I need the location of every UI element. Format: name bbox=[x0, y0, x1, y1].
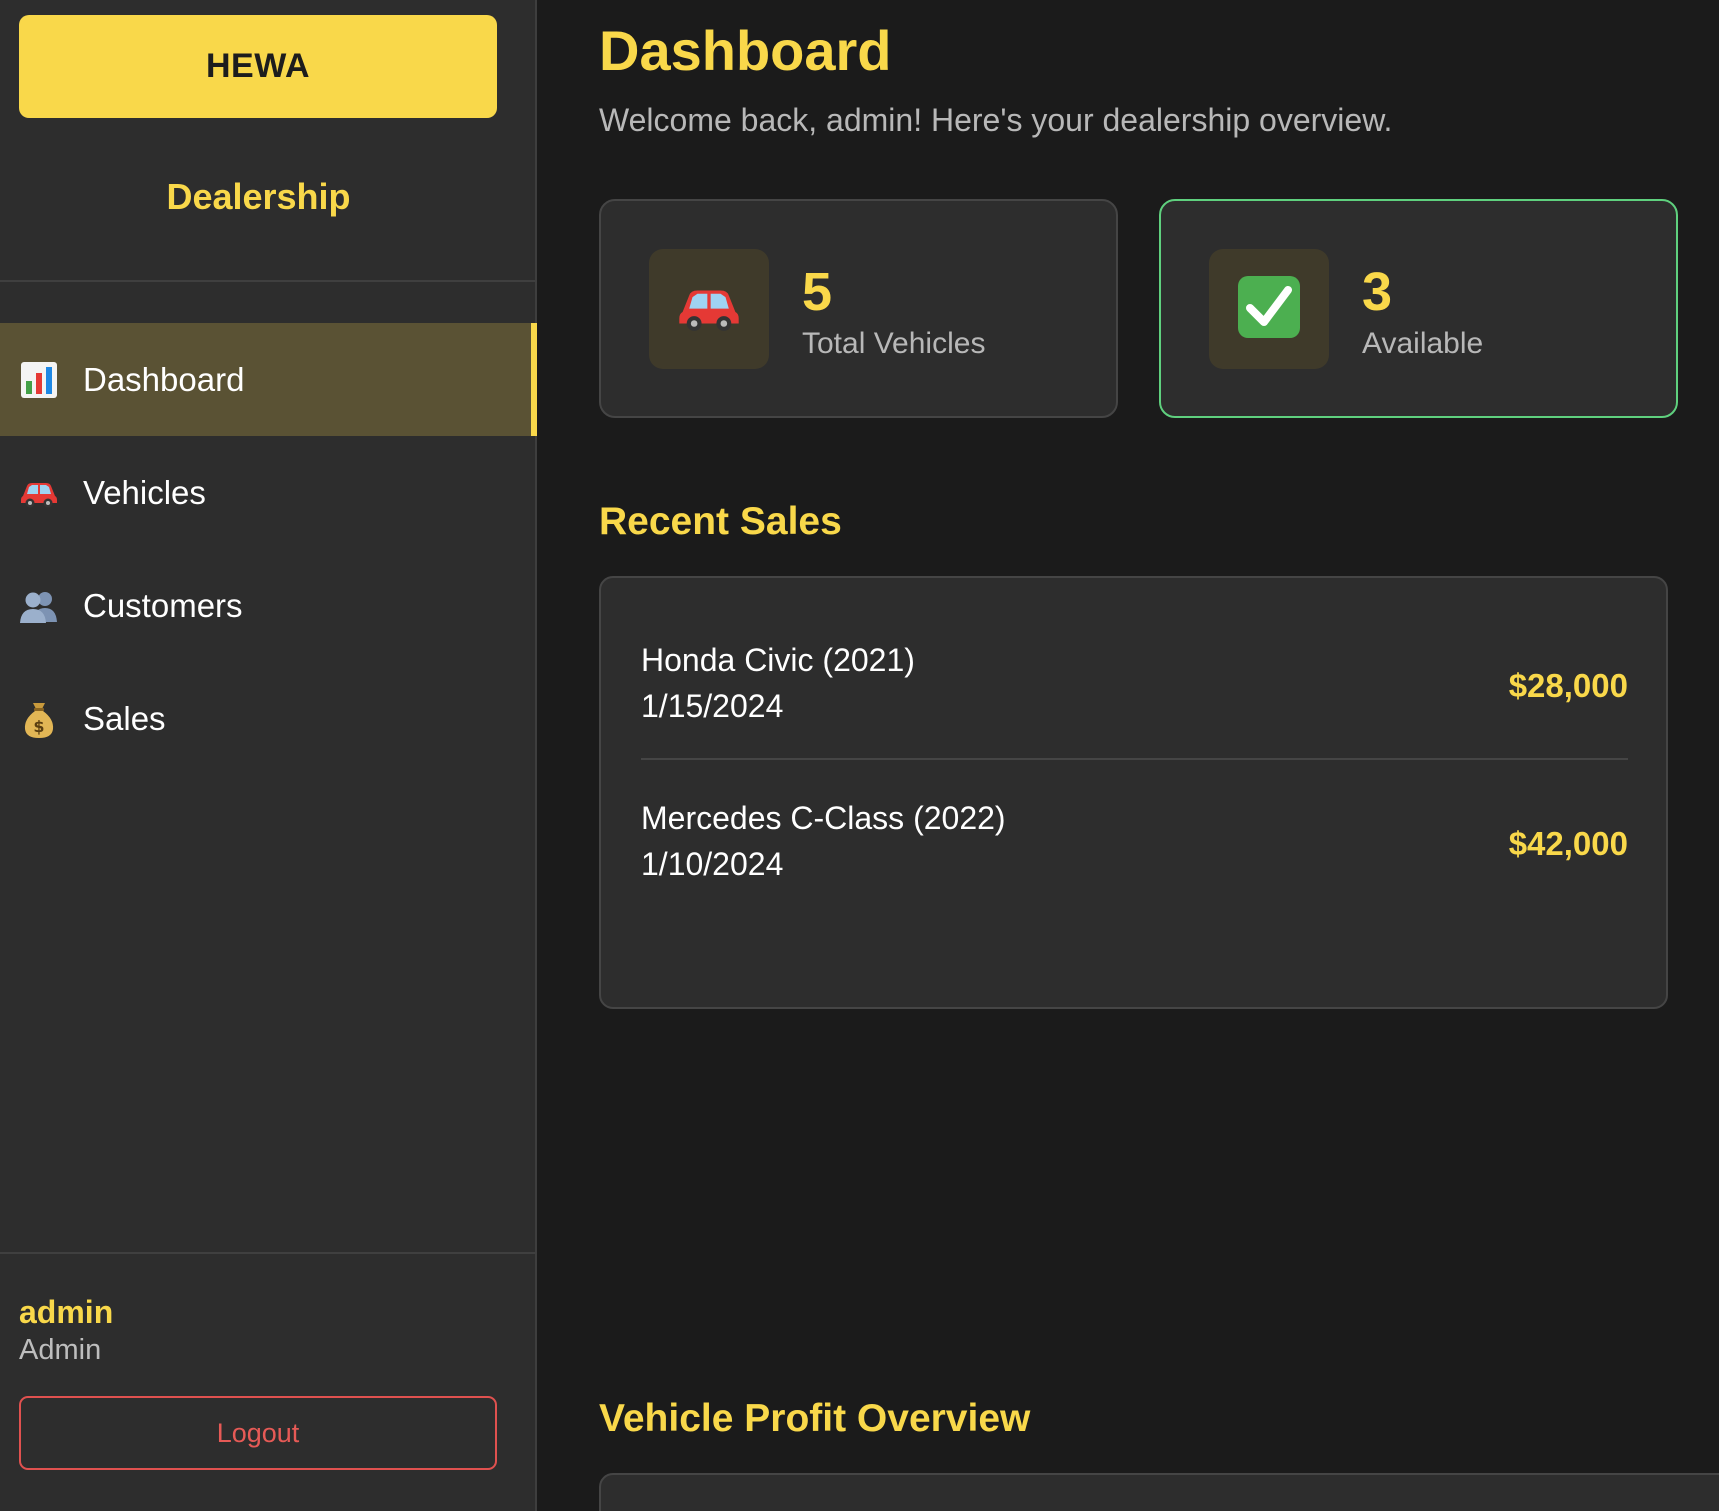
sidebar-item-label: Customers bbox=[83, 586, 243, 624]
car-icon bbox=[676, 282, 742, 337]
car-icon bbox=[19, 473, 59, 513]
sale-date: 1/15/2024 bbox=[641, 688, 784, 724]
sale-vehicle: Mercedes C-Class (2022) bbox=[641, 800, 1006, 836]
sale-row[interactable]: Mercedes C-Class (2022) 1/10/2024 $42,00… bbox=[641, 800, 1628, 942]
sidebar-item-label: Dashboard bbox=[83, 360, 245, 398]
sidebar-item-vehicles[interactable]: Vehicles bbox=[0, 436, 537, 549]
sidebar-divider bbox=[0, 280, 537, 282]
sidebar-item-dashboard[interactable]: Dashboard bbox=[0, 323, 537, 436]
main-content: Dashboard Welcome back, admin! Here's yo… bbox=[539, 0, 1719, 1511]
stat-value: 5 bbox=[802, 262, 833, 322]
sale-vehicle: Honda Civic (2021) bbox=[641, 642, 915, 678]
user-name: admin bbox=[19, 1294, 114, 1330]
vehicle-profit-title: Vehicle Profit Overview bbox=[599, 1397, 1031, 1440]
brand-button[interactable]: HEWA bbox=[19, 15, 497, 118]
sale-row[interactable]: Honda Civic (2021) 1/15/2024 $28,000 bbox=[641, 642, 1628, 760]
sidebar-item-label: Sales bbox=[83, 699, 166, 737]
vehicle-profit-panel bbox=[599, 1473, 1719, 1511]
stat-value: 3 bbox=[1362, 262, 1393, 322]
sale-amount: $28,000 bbox=[1508, 667, 1628, 704]
stat-icon-box bbox=[649, 249, 769, 369]
bar-chart-icon bbox=[19, 360, 59, 400]
stat-card-available: 3 Available bbox=[1159, 199, 1678, 418]
brand-subtitle: Dealership bbox=[166, 176, 351, 217]
money-bag-icon: $ bbox=[19, 699, 59, 739]
recent-sales-title: Recent Sales bbox=[599, 500, 842, 543]
page-title: Dashboard bbox=[599, 19, 892, 82]
sale-date: 1/10/2024 bbox=[641, 846, 784, 882]
sidebar: HEWA Dealership Dashboard Vehicles Custo… bbox=[0, 0, 537, 1511]
svg-text:$: $ bbox=[33, 717, 44, 736]
sidebar-item-label: Vehicles bbox=[83, 473, 206, 511]
user-role: Admin bbox=[19, 1334, 102, 1366]
app-root: HEWA Dealership Dashboard Vehicles Custo… bbox=[0, 0, 1719, 1511]
stat-icon-box bbox=[1209, 249, 1329, 369]
recent-sales-panel: Honda Civic (2021) 1/15/2024 $28,000 Mer… bbox=[599, 576, 1668, 1009]
stat-label: Total Vehicles bbox=[802, 327, 986, 360]
sale-amount: $42,000 bbox=[1508, 825, 1628, 862]
stat-card-total-vehicles: 5 Total Vehicles bbox=[599, 199, 1118, 418]
stat-label: Available bbox=[1362, 327, 1484, 360]
sidebar-item-customers[interactable]: Customers bbox=[0, 549, 537, 662]
logout-button[interactable]: Logout bbox=[19, 1396, 497, 1470]
page-subtitle: Welcome back, admin! Here's your dealers… bbox=[599, 102, 1393, 138]
sidebar-nav: Dashboard Vehicles Customers $ Sales bbox=[0, 323, 537, 775]
check-mark-icon bbox=[1236, 274, 1302, 345]
sidebar-divider bbox=[0, 1252, 537, 1254]
sidebar-item-sales[interactable]: $ Sales bbox=[0, 662, 537, 775]
people-icon bbox=[19, 586, 59, 626]
